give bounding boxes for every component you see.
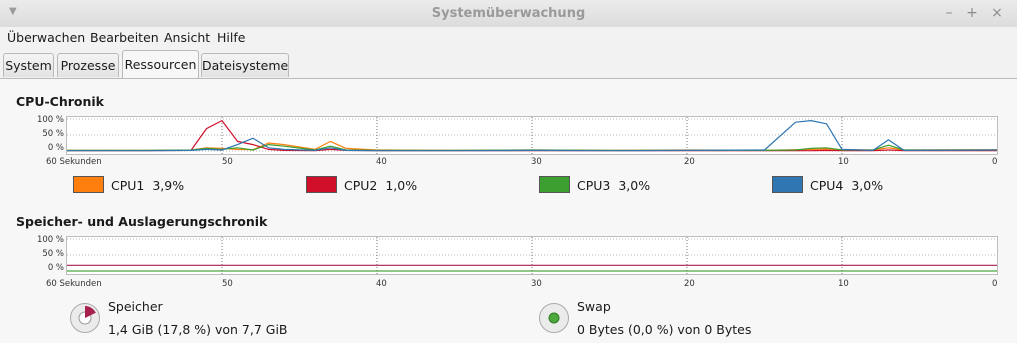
cpu-x-label-60: 60 Sekunden	[46, 157, 102, 167]
cpu3-value: 3,0%	[618, 178, 651, 193]
tab-prozesse[interactable]: Prozesse	[57, 53, 119, 77]
maximize-icon[interactable]: +	[963, 4, 981, 22]
cpu1-legend: CPU1 3,9%	[111, 178, 184, 193]
memory-history-heading: Speicher- und Auslagerungschronik	[16, 214, 268, 229]
cpu-history-graph	[66, 116, 998, 155]
menu-bearbeiten[interactable]: Bearbeiten	[90, 30, 159, 45]
window-title: Systemüberwachung	[431, 6, 586, 21]
swap-pie-icon[interactable]	[539, 303, 569, 333]
cpu2-name: CPU2	[344, 178, 378, 193]
cpu3-name: CPU3	[577, 178, 611, 193]
tab-ressourcen[interactable]: Ressourcen	[122, 50, 199, 79]
cpu3-color-swatch[interactable]	[539, 176, 570, 193]
close-icon[interactable]: ×	[988, 4, 1006, 22]
speicher-value: 1,4 GiB (17,8 %) von 7,7 GiB	[108, 322, 288, 337]
cpu-chart-svg	[67, 117, 997, 154]
swap-label: Swap	[577, 299, 611, 314]
cpu-x-label-0: 0	[992, 157, 998, 167]
mem-x-label-20: 20	[684, 279, 695, 289]
mem-x-label-50: 50	[222, 279, 233, 289]
speicher-label: Speicher	[108, 299, 163, 314]
cpu1-value: 3,9%	[152, 178, 185, 193]
cpu-history-heading: CPU-Chronik	[16, 94, 104, 109]
cpu-x-label-40: 40	[376, 157, 387, 167]
mem-x-label-40: 40	[376, 279, 387, 289]
mem-x-label-30: 30	[531, 279, 542, 289]
speicher-pie-svg	[78, 306, 96, 325]
cpu1-color-swatch[interactable]	[73, 176, 104, 193]
mem-x-label-10: 10	[838, 279, 849, 289]
menu-ueberwachen[interactable]: Überwachen	[7, 30, 85, 45]
mem-y-label-0: 0 %	[47, 263, 64, 273]
cpu1-name: CPU1	[111, 178, 145, 193]
cpu4-legend: CPU4 3,0%	[810, 178, 883, 193]
cpu-y-label-50: 50 %	[42, 129, 64, 139]
cpu-x-label-30: 30	[531, 157, 542, 167]
tab-dateisysteme[interactable]: Dateisysteme	[201, 53, 289, 77]
mem-y-label-100: 100 %	[36, 235, 64, 245]
cpu2-color-swatch[interactable]	[306, 176, 337, 193]
minimize-icon[interactable]: –	[940, 4, 958, 22]
cpu-x-label-20: 20	[684, 157, 695, 167]
swap-pie-svg	[548, 312, 560, 324]
mem-x-label-60: 60 Sekunden	[46, 279, 102, 289]
cpu-x-label-50: 50	[222, 157, 233, 167]
cpu4-value: 3,0%	[851, 178, 884, 193]
mem-y-label-50: 50 %	[42, 249, 64, 259]
cpu2-legend: CPU2 1,0%	[344, 178, 417, 193]
menu-ansicht[interactable]: Ansicht	[164, 30, 210, 45]
cpu3-legend: CPU3 3,0%	[577, 178, 650, 193]
cpu-y-label-100: 100 %	[36, 115, 64, 125]
tab-system[interactable]: System	[3, 53, 54, 77]
menu-bar: Überwachen Bearbeiten Ansicht Hilfe	[0, 27, 1017, 49]
cpu-y-label-0: 0 %	[47, 143, 64, 153]
cpu2-value: 1,0%	[385, 178, 418, 193]
swap-value: 0 Bytes (0,0 %) von 0 Bytes	[577, 322, 752, 337]
memory-chart-svg	[67, 237, 997, 274]
cpu4-color-swatch[interactable]	[772, 176, 803, 193]
cpu4-name: CPU4	[810, 178, 844, 193]
menu-hilfe[interactable]: Hilfe	[217, 30, 245, 45]
memory-history-graph	[66, 236, 998, 275]
speicher-pie-icon[interactable]	[70, 303, 100, 333]
mem-x-label-0: 0	[992, 279, 998, 289]
title-bar: ▼ Systemüberwachung – + ×	[0, 0, 1017, 28]
cpu-x-label-10: 10	[838, 157, 849, 167]
tab-bar: System Prozesse Ressourcen Dateisysteme	[0, 50, 1017, 79]
